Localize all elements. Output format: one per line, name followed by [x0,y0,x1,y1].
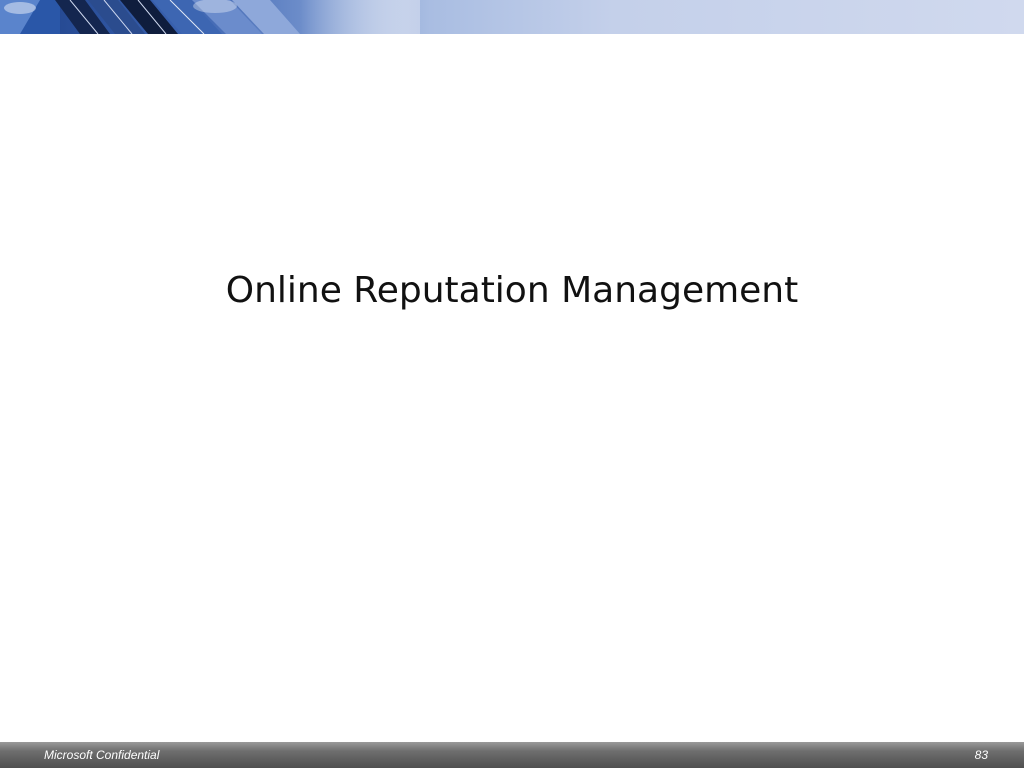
slide-title: Online Reputation Management [225,270,799,311]
page-number: 83 [974,748,988,762]
slide: Online Reputation Management Microsoft C… [0,0,1024,768]
header-banner [0,0,1024,34]
building-image [0,0,420,34]
footer-bar: Microsoft Confidential 83 [0,742,1024,768]
title-area: Online Reputation Management [0,270,1024,311]
confidentiality-label: Microsoft Confidential [44,748,160,762]
